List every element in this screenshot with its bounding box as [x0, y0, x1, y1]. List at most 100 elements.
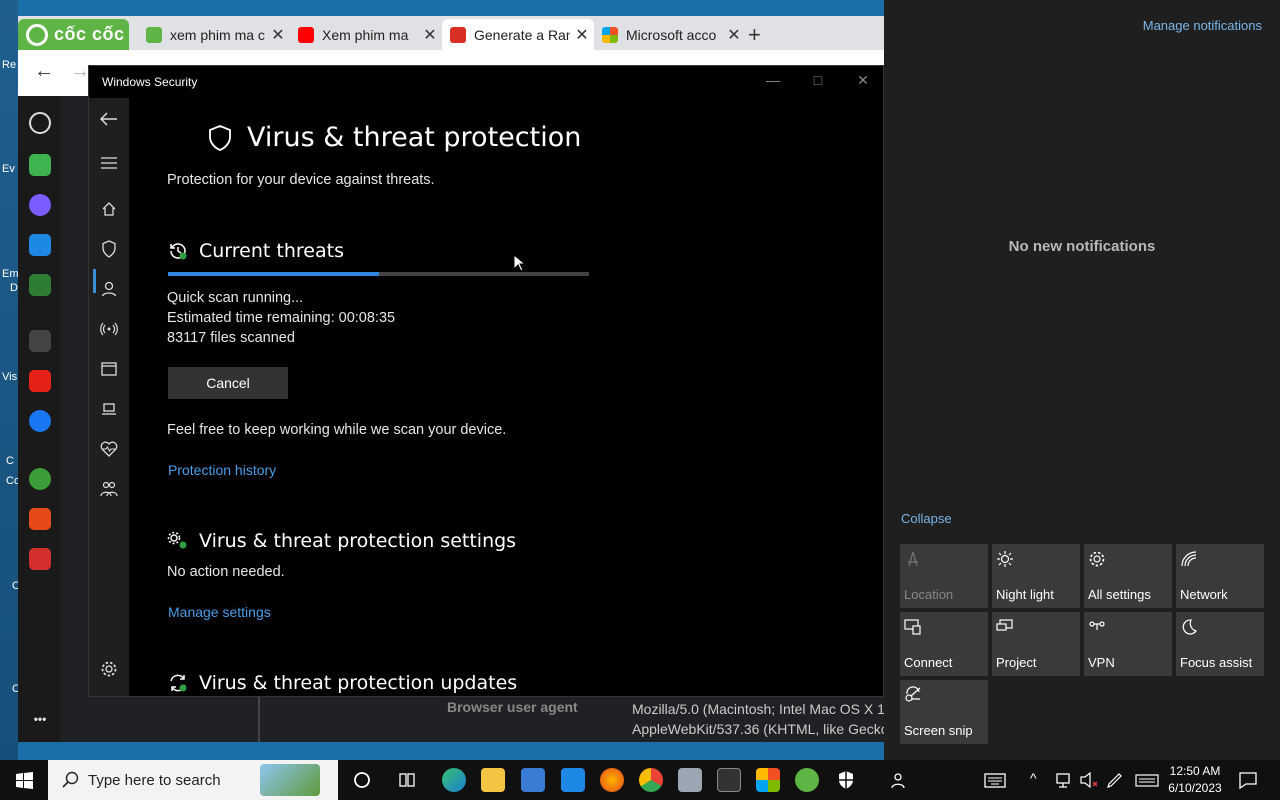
family-icon[interactable] — [89, 474, 129, 504]
back-arrow-icon[interactable] — [89, 104, 129, 134]
desktop-icon-label[interactable]: C — [6, 455, 14, 467]
terminal-icon[interactable] — [717, 768, 741, 792]
taskbar: Type here to search ^ 12:50 AM 6/10/2023 — [0, 760, 1280, 800]
taskbar-search[interactable]: Type here to search — [48, 760, 338, 800]
maximize-button[interactable]: □ — [808, 72, 828, 88]
scan-progress-bar — [168, 272, 589, 276]
firefox-icon[interactable] — [600, 768, 624, 792]
people-icon[interactable] — [888, 768, 912, 792]
messenger-icon[interactable] — [29, 194, 51, 216]
cancel-scan-button[interactable]: Cancel — [168, 367, 288, 399]
settings-heading: Virus & threat protection settings — [167, 530, 516, 552]
close-icon[interactable]: ✕ — [266, 25, 290, 45]
windows-security-window: Windows Security — □ ✕ Virus & threat pr… — [88, 65, 884, 697]
clock[interactable]: 12:50 AM 6/10/2023 — [1166, 764, 1224, 795]
device-security-icon[interactable] — [89, 394, 129, 424]
task-view-icon[interactable] — [395, 768, 419, 792]
firewall-icon[interactable] — [89, 314, 129, 344]
windows-security-taskbar-icon[interactable] — [834, 768, 858, 792]
hamburger-icon[interactable] — [89, 148, 129, 178]
network-tray-icon[interactable] — [1053, 768, 1077, 792]
browser-tab[interactable]: Microsoft acco ✕ — [594, 19, 746, 50]
zalo-icon[interactable] — [29, 234, 51, 256]
app-icon[interactable] — [678, 768, 702, 792]
close-icon[interactable]: ✕ — [570, 25, 594, 45]
keyboard-touch-icon[interactable] — [983, 768, 1007, 792]
browser-tab-active[interactable]: Generate a Ran ✕ — [442, 19, 594, 50]
home-icon[interactable] — [89, 194, 129, 224]
updates-heading: Virus & threat protection updates — [167, 672, 517, 694]
office-icon[interactable] — [756, 768, 780, 792]
quick-action-night-light[interactable]: Night light — [992, 544, 1080, 608]
quick-action-focus-assist[interactable]: Focus assist — [1176, 612, 1264, 676]
quick-action-vpn[interactable]: VPN — [1084, 612, 1172, 676]
volume-muted-icon[interactable] — [1077, 768, 1101, 792]
add-icon[interactable] — [29, 330, 51, 352]
current-threats-title: Current threats — [199, 240, 344, 262]
quick-action-location[interactable]: Location — [900, 544, 988, 608]
ai-icon[interactable] — [29, 154, 51, 176]
facebook-icon[interactable] — [29, 410, 51, 432]
quick-action-project[interactable]: Project — [992, 612, 1080, 676]
quick-action-connect[interactable]: Connect — [900, 612, 988, 676]
store-icon[interactable] — [521, 768, 545, 792]
cortana-icon[interactable] — [350, 768, 374, 792]
settings-gear-icon[interactable] — [89, 654, 129, 684]
quick-action-all-settings[interactable]: All settings — [1084, 544, 1172, 608]
quick-action-screen-snip[interactable]: Screen snip — [900, 680, 988, 744]
moon-icon — [1182, 619, 1197, 635]
tray-chevron-icon[interactable]: ^ — [1030, 770, 1037, 786]
chrome-icon[interactable] — [639, 768, 663, 792]
app-browser-icon[interactable] — [89, 354, 129, 384]
desktop-icon-label[interactable]: Re — [2, 59, 16, 71]
desktop-icon-label[interactable]: D — [10, 282, 18, 294]
desktop-icon-label[interactable]: Ev — [2, 163, 15, 175]
keyboard-icon[interactable] — [1135, 768, 1159, 792]
coccoc-taskbar-icon[interactable] — [795, 768, 819, 792]
heart-icon[interactable] — [89, 434, 129, 464]
tab-title: Microsoft acco — [626, 26, 717, 43]
mail-icon[interactable] — [561, 768, 585, 792]
clock-date: 6/10/2023 — [1168, 781, 1222, 795]
scan-eta: Estimated time remaining: 00:08:35 — [167, 310, 396, 326]
more-icon[interactable]: ••• — [29, 708, 51, 730]
todo-icon[interactable] — [29, 548, 51, 570]
ua-value-line: AppleWebKit/537.36 (KHTML, like Gecko) — [632, 721, 884, 737]
shopping-icon[interactable] — [29, 508, 51, 530]
quick-action-label: All settings — [1088, 587, 1151, 602]
account-icon[interactable] — [89, 274, 129, 304]
youtube-icon[interactable] — [29, 370, 51, 392]
notification-center-icon[interactable] — [1236, 768, 1260, 792]
history-icon[interactable] — [29, 112, 51, 134]
close-icon[interactable]: ✕ — [722, 25, 746, 45]
close-window-button[interactable]: ✕ — [853, 72, 873, 89]
pen-icon[interactable] — [1103, 768, 1127, 792]
browser-tab[interactable]: Xem phim ma ✕ — [290, 19, 442, 50]
browser-brand-tab[interactable]: cốc cốc — [18, 19, 129, 50]
file-explorer-icon[interactable] — [481, 768, 505, 792]
minimize-button[interactable]: — — [763, 72, 783, 88]
desktop-icon-label[interactable]: Vis — [2, 371, 17, 383]
collapse-link[interactable]: Collapse — [901, 511, 952, 526]
desktop-icon-label[interactable]: Em — [2, 268, 19, 280]
manage-notifications-link[interactable]: Manage notifications — [1143, 18, 1262, 33]
protection-history-link[interactable]: Protection history — [168, 462, 276, 478]
game-icon[interactable] — [29, 274, 51, 296]
quick-action-network[interactable]: Network — [1176, 544, 1264, 608]
forward-button[interactable]: → — [70, 60, 90, 83]
page-subtitle: Protection for your device against threa… — [167, 172, 435, 188]
edge-icon[interactable] — [442, 768, 466, 792]
back-button[interactable]: ← — [34, 60, 54, 83]
tab-title: Generate a Ran — [474, 26, 570, 43]
page-title: Virus & threat protection — [207, 122, 581, 153]
new-tab-button[interactable]: + — [748, 22, 761, 48]
browser-tab[interactable]: xem phim ma c ✕ — [138, 19, 290, 50]
close-icon[interactable]: ✕ — [418, 25, 442, 45]
start-button[interactable] — [0, 760, 48, 800]
tab-title: Xem phim ma — [322, 26, 409, 43]
shield-icon[interactable] — [89, 234, 129, 264]
manage-settings-link[interactable]: Manage settings — [168, 604, 271, 620]
refresh-icon — [167, 672, 189, 694]
coccoc-extension-icon[interactable] — [29, 468, 51, 490]
browser-brand-name: cốc cốc — [54, 24, 125, 44]
